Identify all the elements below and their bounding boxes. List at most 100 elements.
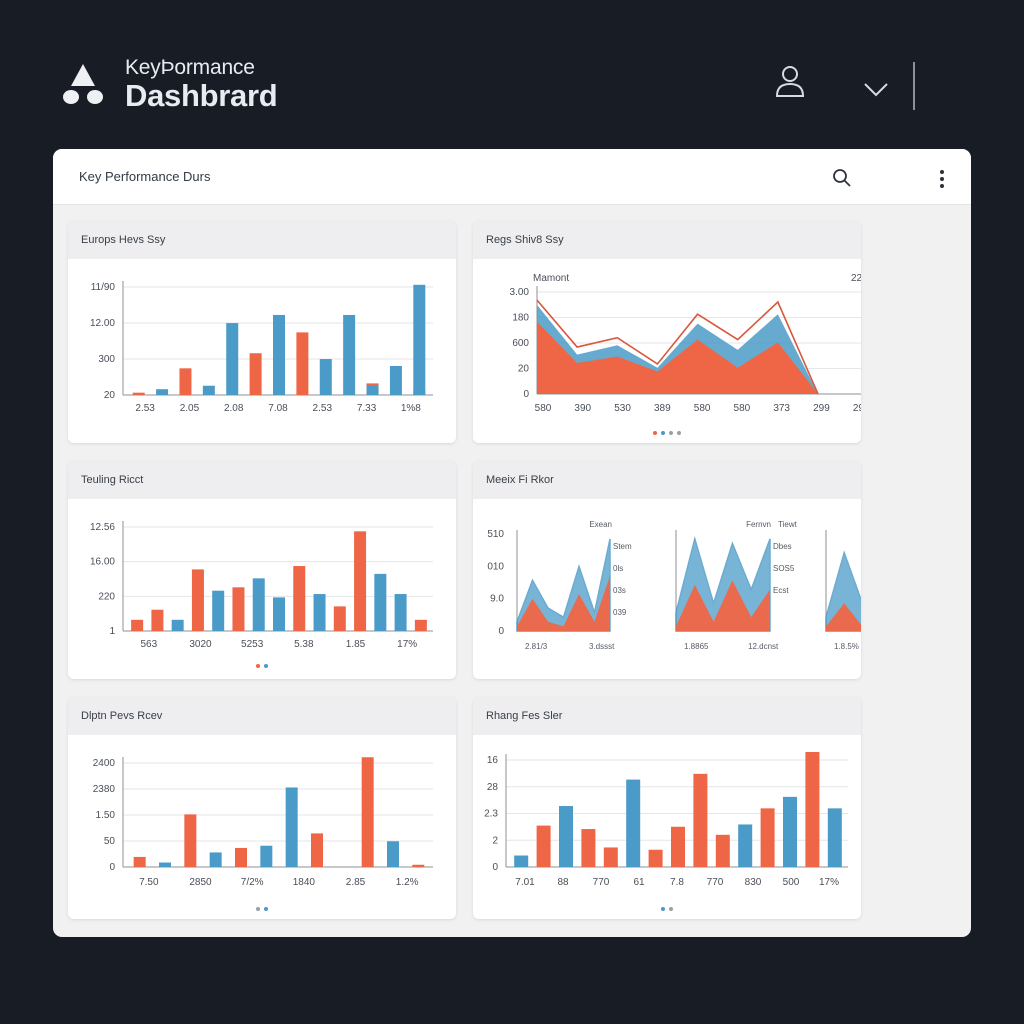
x-tick-label: 2.08 <box>224 403 244 414</box>
x-tick-label: 3020 <box>189 639 212 650</box>
y-tick-label: 180 <box>512 313 529 324</box>
y-tick-label: 11/90 <box>91 282 116 293</box>
x-tick-label: 7.8 <box>670 877 684 888</box>
legend-dot <box>264 906 268 911</box>
y-tick-label: 16 <box>487 755 499 766</box>
x-tick-label: 373 <box>773 403 790 414</box>
user-icon[interactable] <box>772 62 808 102</box>
bar <box>293 566 306 631</box>
y-tick-label: 20 <box>518 364 530 375</box>
y-tick-label: 20 <box>104 390 116 401</box>
bar <box>581 829 596 867</box>
x-tick-label: 7.01 <box>515 877 535 888</box>
dashboard-panel: Key Performance Durs Europs Hevs Ssy 11/… <box>53 149 971 937</box>
bar <box>603 847 618 867</box>
bar-chart: 12.56 16.00 220 1 563 3020 5253 5.38 1.85 17% <box>90 521 433 650</box>
x-tick-label: 770 <box>707 877 724 888</box>
bar <box>260 845 273 867</box>
bar <box>232 587 245 631</box>
x-tick-label: 17% <box>819 877 839 888</box>
x-tick-label: 7/2% <box>241 877 264 888</box>
card-title: Rhang Fes Sler <box>486 710 563 722</box>
bar <box>626 779 641 867</box>
card-title: Teuling Ricct <box>81 474 144 486</box>
brand-title: KeyÞormance <box>125 56 255 79</box>
side-label: Dbes <box>773 542 792 551</box>
search-icon[interactable] <box>831 167 853 189</box>
bar <box>319 359 332 395</box>
x-tick-label: 1.85 <box>346 639 366 650</box>
bar <box>285 787 298 867</box>
bar <box>361 757 374 867</box>
chart-card-europs: Europs Hevs Ssy 11/90 12.00 300 20 2.53 2.05 2… <box>68 221 456 443</box>
bar <box>171 619 184 631</box>
chevron-down-icon[interactable] <box>860 76 892 104</box>
bar <box>693 773 708 867</box>
legend-dots <box>473 424 861 435</box>
chart-card-meeix: Meeix Fi Rkor 510 010 9.0 0 Exean Stem 0ls 03s 0… <box>473 461 861 679</box>
y-tick-label: 1.50 <box>96 810 116 821</box>
card-header: Rhang Fes Sler <box>473 697 861 735</box>
bar <box>226 323 239 395</box>
bar <box>252 578 265 631</box>
chart-card-teuling: Teuling Ricct 12.56 16.00 220 1 563 3020 5253 5… <box>68 461 456 679</box>
bar-chart: 2400 2380 1.50 50 0 7.50 2850 7/2% 1840 2.85 1.2% <box>93 757 433 888</box>
bar <box>374 573 387 631</box>
bar <box>412 864 425 867</box>
card-title: Meeix Fi Rkor <box>486 474 554 486</box>
bar-chart: 11/90 12.00 300 20 2.53 2.05 2.08 7.08 2.53 7.33 1… <box>90 281 433 414</box>
bar <box>202 385 215 395</box>
y-tick-label: 1 <box>109 626 115 637</box>
x-tick-label: 1%8 <box>401 403 421 414</box>
x-tick-label: 563 <box>140 639 157 650</box>
x-tick-label: 389 <box>654 403 671 414</box>
card-title: Dlptn Pevs Rcev <box>81 710 163 722</box>
side-label: Stem <box>613 542 632 551</box>
logo-icon <box>63 64 103 104</box>
more-vertical-icon[interactable] <box>933 167 951 191</box>
bar <box>389 366 402 395</box>
bar <box>151 609 164 631</box>
bar <box>131 619 144 631</box>
y-tick-label: 9.0 <box>490 594 504 605</box>
panel-title: Key Performance Durs <box>79 169 211 184</box>
chart-card-rhang: Rhang Fes Sler 16 28 2.3 2 0 7.01 88 770 61 7.8 77… <box>473 697 861 919</box>
y-tick-label: 28 <box>487 782 499 793</box>
divider <box>913 62 915 110</box>
x-tick-label: 7.33 <box>357 403 377 414</box>
legend-text: Mamont <box>533 273 569 284</box>
x-tick-label: 580 <box>734 403 751 414</box>
x-tick-label: 580 <box>694 403 711 414</box>
x-tick-label: 500 <box>783 877 800 888</box>
bar <box>133 856 146 867</box>
subplot-label: Tiewt <box>778 520 798 529</box>
legend-dots <box>68 657 456 668</box>
legend-dots <box>68 900 456 911</box>
y-tick-label: 600 <box>512 338 529 349</box>
bar <box>783 796 797 867</box>
brand-subtitle: Dashbrard <box>125 78 278 113</box>
card-body: 510 010 9.0 0 Exean Stem 0ls 03s 039 2.81/3 3.dsss… <box>473 499 861 679</box>
x-tick-label: 580 <box>535 403 552 414</box>
card-title: Europs Hevs Ssy <box>81 234 166 246</box>
y-tick-label: 0 <box>109 862 115 873</box>
x-tick-label: 390 <box>574 403 591 414</box>
legend-dot <box>661 430 665 435</box>
x-tick-label: 2.53 <box>135 403 155 414</box>
bar <box>273 597 285 631</box>
legend-dot <box>669 906 673 911</box>
x-tick-label: 7.08 <box>268 403 288 414</box>
y-tick-label: 2.3 <box>484 809 498 820</box>
bar <box>333 606 346 631</box>
bar <box>805 752 820 867</box>
bar <box>209 852 222 867</box>
y-tick-label: 2400 <box>93 758 116 769</box>
y-tick-label: 0 <box>498 626 504 637</box>
bar <box>191 569 204 631</box>
bar <box>179 368 192 395</box>
chart-card-dlptn: Dlptn Pevs Rcev 2400 2380 1.50 50 0 7.50 2850 7… <box>68 697 456 919</box>
x-tick-label: 2.81/3 <box>525 642 548 651</box>
bar-chart: 16 28 2.3 2 0 7.01 88 770 61 7.8 770 830 500 17% <box>484 752 848 888</box>
x-tick-label: 1.2% <box>396 877 419 888</box>
x-tick-label: 2.53 <box>313 403 333 414</box>
